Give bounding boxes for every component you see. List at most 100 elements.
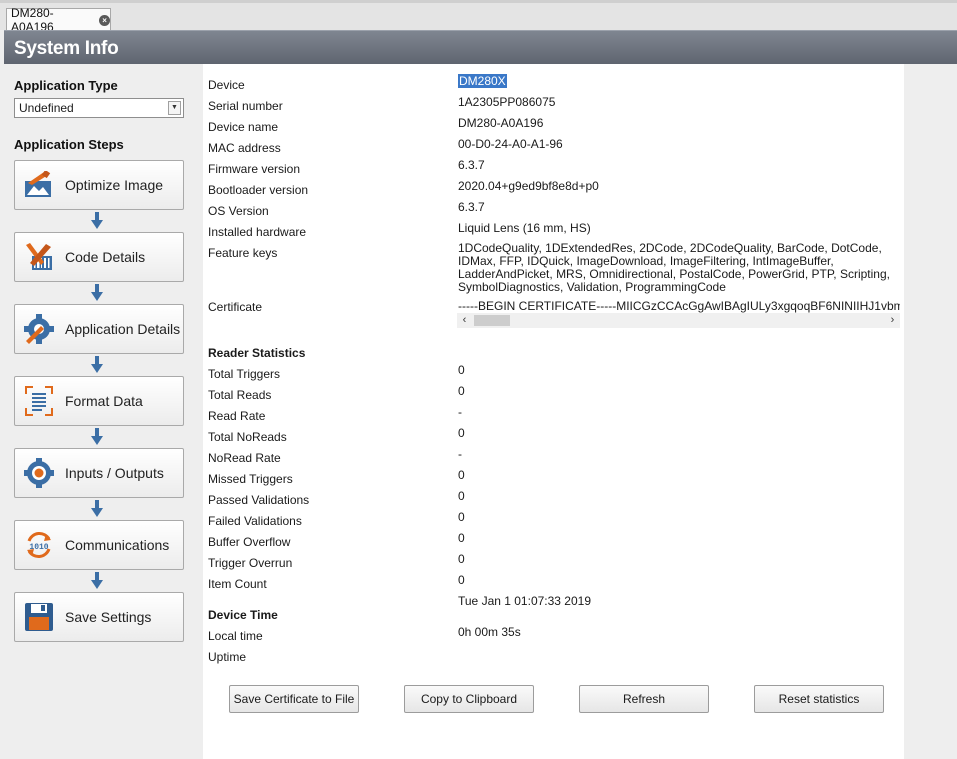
step-inputs-outputs-button[interactable]: Inputs / Outputs bbox=[14, 448, 184, 498]
copy-to-clipboard-button[interactable]: Copy to Clipboard bbox=[404, 685, 534, 713]
right-margin bbox=[904, 64, 957, 759]
chevron-left-icon[interactable]: ‹ bbox=[457, 313, 472, 328]
device-name-label: Device name bbox=[208, 120, 279, 134]
step-application-details-button[interactable]: Application Details bbox=[14, 304, 184, 354]
inputs-outputs-icon bbox=[23, 457, 55, 489]
code-details-icon bbox=[23, 241, 55, 273]
stat-label: Trigger Overrun bbox=[208, 556, 293, 570]
firmware-version-label: Firmware version bbox=[208, 162, 301, 176]
reader-statistics-title: Reader Statistics bbox=[208, 346, 306, 360]
firmware-version-value: 6.3.7 bbox=[458, 158, 485, 172]
chevron-right-icon[interactable]: › bbox=[885, 313, 900, 328]
application-type-title: Application Type bbox=[14, 78, 118, 93]
step-label: Application Details bbox=[65, 321, 181, 337]
scrollbar-thumb[interactable] bbox=[474, 315, 510, 326]
bootloader-version-label: Bootloader version bbox=[208, 183, 309, 197]
certificate-label: Certificate bbox=[208, 300, 263, 314]
tab-strip: DM280-A0A196 × bbox=[0, 0, 957, 34]
step-label: Code Details bbox=[65, 249, 146, 265]
os-version-label: OS Version bbox=[208, 204, 269, 218]
stat-label: Read Rate bbox=[208, 409, 266, 423]
step-optimize-image-button[interactable]: Optimize Image bbox=[14, 160, 184, 210]
communications-icon: 1010 bbox=[23, 529, 55, 561]
step-label: Save Settings bbox=[65, 609, 152, 625]
stat-label: Buffer Overflow bbox=[208, 535, 291, 549]
system-info-panel: Device DM280X Serial number 1A2305PP0860… bbox=[203, 64, 904, 759]
local-time-label: Local time bbox=[208, 629, 263, 643]
refresh-button[interactable]: Refresh bbox=[579, 685, 709, 713]
stat-label: Missed Triggers bbox=[208, 472, 293, 486]
certificate-scrollbar[interactable]: ‹ › bbox=[457, 313, 900, 328]
application-type-select[interactable]: Undefined ▼ bbox=[14, 98, 184, 118]
optimize-image-icon bbox=[23, 169, 55, 201]
installed-hardware-label: Installed hardware bbox=[208, 225, 307, 239]
application-sidebar: Application Type Undefined ▼ Application… bbox=[4, 64, 202, 759]
device-value[interactable]: DM280X bbox=[458, 74, 507, 88]
step-format-data-button[interactable]: Format Data bbox=[14, 376, 184, 426]
mac-address-label: MAC address bbox=[208, 141, 281, 155]
step-code-details-button[interactable]: Code Details bbox=[14, 232, 184, 282]
svg-text:1010: 1010 bbox=[29, 543, 48, 552]
arrow-down-icon bbox=[91, 428, 103, 445]
stat-label: NoRead Rate bbox=[208, 451, 281, 465]
reset-statistics-button[interactable]: Reset statistics bbox=[754, 685, 884, 713]
stat-label: Total Reads bbox=[208, 388, 272, 402]
system-info-window: DM280-A0A196 × System Info Application T… bbox=[0, 0, 957, 759]
mac-address-value: 00-D0-24-A0-A1-96 bbox=[458, 137, 563, 151]
serial-number-value: 1A2305PP086075 bbox=[458, 95, 556, 109]
device-time-value: Tue Jan 1 01:07:33 2019 bbox=[458, 594, 591, 608]
page-header: System Info bbox=[4, 30, 957, 64]
stat-label: Item Count bbox=[208, 577, 267, 591]
arrow-down-icon bbox=[91, 500, 103, 517]
local-time-value: 0h 00m 35s bbox=[458, 625, 521, 639]
tab-device[interactable]: DM280-A0A196 × bbox=[6, 6, 111, 34]
save-certificate-button[interactable]: Save Certificate to File bbox=[229, 685, 359, 713]
certificate-field[interactable]: -----BEGIN CERTIFICATE-----MIICGzCCAcGgA… bbox=[457, 298, 900, 328]
device-time-title: Device Time bbox=[208, 608, 278, 622]
step-label: Communications bbox=[65, 537, 170, 553]
stat-label: Failed Validations bbox=[208, 514, 302, 528]
stat-value: 0 bbox=[458, 531, 465, 545]
os-version-value: 6.3.7 bbox=[458, 200, 485, 214]
step-label: Optimize Image bbox=[65, 177, 164, 193]
stat-value: 0 bbox=[458, 426, 465, 440]
step-communications-button[interactable]: 1010 Communications bbox=[14, 520, 184, 570]
step-label: Format Data bbox=[65, 393, 143, 409]
arrow-down-icon bbox=[91, 284, 103, 301]
stat-label: Total NoReads bbox=[208, 430, 287, 444]
arrow-down-icon bbox=[91, 356, 103, 373]
chevron-down-icon[interactable]: ▼ bbox=[168, 101, 181, 115]
stat-value: - bbox=[458, 447, 462, 461]
stat-value: 0 bbox=[458, 363, 465, 377]
serial-number-label: Serial number bbox=[208, 99, 283, 113]
application-steps-title: Application Steps bbox=[14, 137, 124, 152]
save-settings-icon bbox=[23, 601, 55, 633]
stat-label: Passed Validations bbox=[208, 493, 310, 507]
application-details-icon bbox=[23, 313, 55, 345]
stat-value: 0 bbox=[458, 489, 465, 503]
close-icon[interactable]: × bbox=[99, 14, 110, 26]
application-type-value: Undefined bbox=[19, 101, 74, 115]
arrow-down-icon bbox=[91, 572, 103, 589]
installed-hardware-value: Liquid Lens (16 mm, HS) bbox=[458, 221, 591, 235]
stat-value: 0 bbox=[458, 384, 465, 398]
certificate-value: -----BEGIN CERTIFICATE-----MIICGzCCAcGgA… bbox=[458, 299, 900, 313]
stat-value: 0 bbox=[458, 468, 465, 482]
stat-value: 0 bbox=[458, 573, 465, 587]
device-value-text: DM280X bbox=[458, 74, 507, 88]
page-title: System Info bbox=[14, 38, 119, 59]
step-save-settings-button[interactable]: Save Settings bbox=[14, 592, 184, 642]
step-label: Inputs / Outputs bbox=[65, 465, 164, 481]
device-label: Device bbox=[208, 78, 245, 92]
device-name-value: DM280-A0A196 bbox=[458, 116, 544, 130]
stat-label: Total Triggers bbox=[208, 367, 281, 381]
format-data-icon bbox=[23, 385, 55, 417]
bootloader-version-value: 2020.04+g9ed9bf8e8d+p0 bbox=[458, 179, 599, 193]
stat-value: 0 bbox=[458, 552, 465, 566]
feature-keys-label: Feature keys bbox=[208, 246, 278, 260]
stat-value: 0 bbox=[458, 510, 465, 524]
uptime-label: Uptime bbox=[208, 650, 247, 664]
stat-value: - bbox=[458, 405, 462, 419]
arrow-down-icon bbox=[91, 212, 103, 229]
feature-keys-value: 1DCodeQuality, 1DExtendedRes, 2DCode, 2D… bbox=[458, 241, 890, 294]
